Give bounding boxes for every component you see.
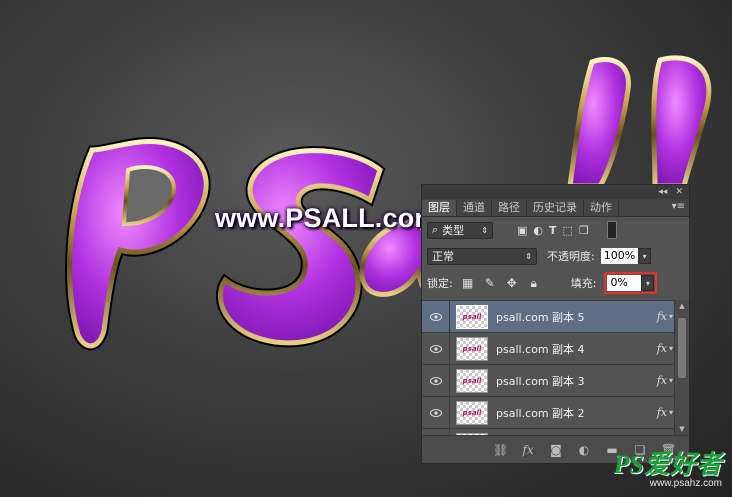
layer-row[interactable]: psall psall.com 副本 3 fx ▾ xyxy=(422,365,677,397)
lock-all-padlock-icon[interactable]: 🔒︎ xyxy=(527,276,541,291)
site-logo: PS爱好者 www.psahz.com xyxy=(613,450,722,490)
tab-paths[interactable]: 路径 xyxy=(492,200,527,216)
panel-menu-icon[interactable]: ▾≡ xyxy=(672,201,685,212)
expand-effects-icon[interactable]: ▾ xyxy=(669,408,673,417)
letter-s xyxy=(216,146,386,348)
layer-thumbnail: psall xyxy=(456,368,488,393)
opacity-dropdown-icon[interactable]: ▾ xyxy=(638,248,652,264)
layer-name[interactable]: psall.com 副本 3 xyxy=(496,373,657,389)
opacity-label: 不透明度: xyxy=(547,250,595,263)
layer-fx-icon[interactable]: fx xyxy=(657,406,667,419)
logo-url: www.psahz.com xyxy=(649,478,722,489)
blend-mode-select[interactable]: 正常 ⇕ xyxy=(427,247,537,265)
filter-kind-value: 类型 xyxy=(442,224,465,237)
layer-fx-icon[interactable]: fx xyxy=(657,342,667,355)
blend-row: 正常 ⇕ 不透明度: 100% ▾ xyxy=(422,243,689,269)
layer-thumbnail: psall xyxy=(456,304,488,329)
layer-thumbnail: psall xyxy=(456,336,488,361)
thumbnail-text: psall xyxy=(462,408,482,417)
layer-fx-icon[interactable]: fx xyxy=(657,310,667,323)
tab-history[interactable]: 历史记录 xyxy=(527,200,584,216)
lock-row: 锁定: ▦ ✎ ✥ 🔒︎ 填充: 0% ▾ xyxy=(422,269,689,297)
visibility-eye-icon[interactable] xyxy=(422,397,450,428)
visibility-eye-icon[interactable] xyxy=(422,365,450,396)
layers-panel: ◂◂ ✕ 图层 通道 路径 历史记录 动作 ▾≡ ⌕ 类型 ⇕ ▣ ◐ T ⬚ … xyxy=(421,184,690,464)
layer-name[interactable]: psall.com 副本 4 xyxy=(496,341,657,357)
expand-effects-icon[interactable]: ▾ xyxy=(669,312,673,321)
visibility-eye-icon[interactable] xyxy=(422,301,450,332)
tab-actions[interactable]: 动作 xyxy=(584,200,619,216)
type-filter-icon[interactable]: T xyxy=(549,224,557,237)
watermark-text: www.PSALL.com xyxy=(215,203,439,233)
thumbnail-text: psall xyxy=(462,344,482,353)
blend-mode-value: 正常 xyxy=(432,250,454,263)
panel-tabs: 图层 通道 路径 历史记录 动作 ▾≡ xyxy=(422,199,689,217)
adjustment-icon[interactable]: ◐ xyxy=(577,443,591,457)
expand-effects-icon[interactable]: ▾ xyxy=(669,344,673,353)
scroll-up-icon[interactable]: ▲ xyxy=(675,300,689,312)
layer-row[interactable]: psall psall.com 副本 2 fx ▾ xyxy=(422,397,677,429)
opacity-input[interactable]: 100% xyxy=(600,248,639,264)
search-icon: ⌕ xyxy=(432,223,439,236)
panel-title-bar: ◂◂ ✕ xyxy=(422,185,689,199)
shape-filter-icon[interactable]: ⬚ xyxy=(563,224,573,237)
lock-position-move-icon[interactable]: ✥ xyxy=(505,276,519,290)
layer-row[interactable]: psall psall.com 副本 5 fx ▾ xyxy=(422,301,677,333)
chevron-updown-icon: ⇕ xyxy=(481,225,488,235)
scroll-thumb[interactable] xyxy=(678,318,686,378)
lock-transparency-icon[interactable]: ▦ xyxy=(461,276,475,290)
layer-name[interactable]: psall.com 副本 5 xyxy=(496,309,657,325)
fill-input[interactable]: 0% xyxy=(607,275,642,291)
collapse-panel-icon[interactable]: ◂◂ xyxy=(658,187,667,197)
fx-icon[interactable]: fx xyxy=(521,443,535,457)
layer-name[interactable]: psall.com 副本 2 xyxy=(496,405,657,421)
visibility-eye-icon[interactable] xyxy=(422,333,450,364)
logo-text: PS爱好者 xyxy=(613,450,722,479)
fill-dropdown-icon[interactable]: ▾ xyxy=(641,275,655,291)
chevron-updown-icon: ⇕ xyxy=(525,251,532,261)
thumbnail-text: psall xyxy=(462,312,482,321)
mask-icon[interactable]: ◙ xyxy=(549,443,563,457)
expand-effects-icon[interactable]: ▾ xyxy=(669,376,673,385)
letter-l-1 xyxy=(567,56,631,189)
close-panel-icon[interactable]: ✕ xyxy=(675,187,683,197)
layers-scrollbar[interactable]: ▲ ▼ xyxy=(674,300,689,435)
letter-l-2 xyxy=(651,55,712,189)
layer-thumbnail: psall xyxy=(456,400,488,425)
smart-object-filter-icon[interactable]: ❐ xyxy=(579,224,589,237)
tab-layers[interactable]: 图层 xyxy=(422,200,457,216)
fill-label: 填充: xyxy=(570,277,597,290)
layer-row[interactable]: psall psall.com 副本 4 fx ▾ xyxy=(422,333,677,365)
filter-kind-select[interactable]: ⌕ 类型 ⇕ xyxy=(427,221,493,239)
layers-list: psall psall.com 副本 5 fx ▾ psall psall.co… xyxy=(422,300,677,436)
opacity-control: 100% ▾ xyxy=(600,248,652,264)
filter-toggle[interactable] xyxy=(606,221,617,239)
pixel-filter-icon[interactable]: ▣ xyxy=(517,224,527,237)
layer-fx-icon[interactable]: fx xyxy=(657,374,667,387)
link-icon[interactable]: ⛓ xyxy=(493,443,508,457)
adjustment-filter-icon[interactable]: ◐ xyxy=(533,224,543,237)
thumbnail-text: psall xyxy=(462,376,482,385)
letter-p xyxy=(65,137,211,351)
filter-row: ⌕ 类型 ⇕ ▣ ◐ T ⬚ ❐ xyxy=(422,217,689,243)
scroll-down-icon[interactable]: ▼ xyxy=(675,423,689,435)
lock-label: 锁定: xyxy=(427,277,453,290)
lock-pixels-brush-icon[interactable]: ✎ xyxy=(483,276,497,290)
tab-channels[interactable]: 通道 xyxy=(457,200,492,216)
fill-control-highlight: 0% ▾ xyxy=(604,272,658,294)
